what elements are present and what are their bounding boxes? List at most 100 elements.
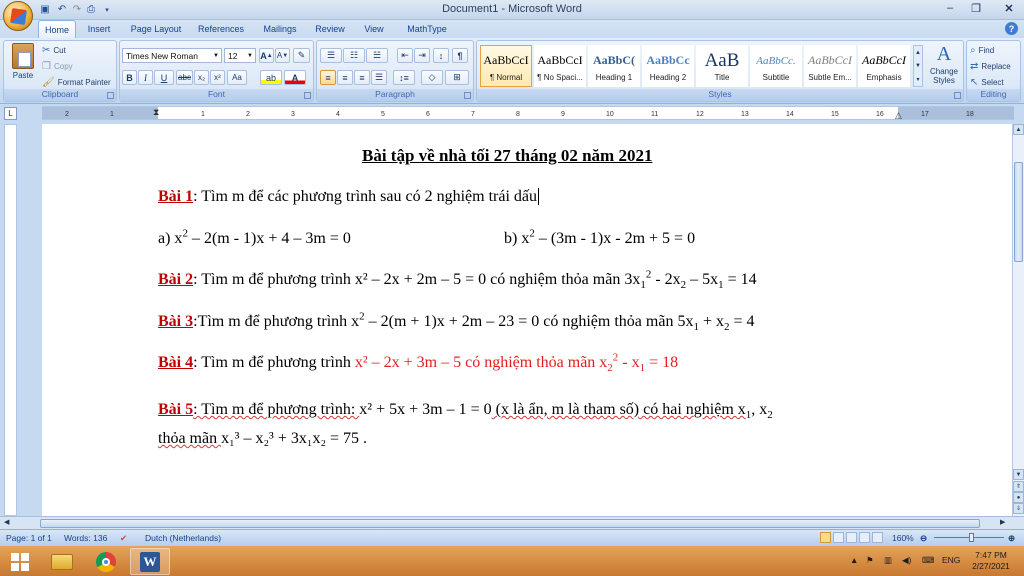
chevron-down-icon[interactable]: ▼ [915, 63, 921, 69]
right-indent-marker-icon[interactable]: △ [895, 110, 902, 119]
next-page-icon[interactable]: ⇓ [1013, 503, 1024, 514]
vertical-scrollbar[interactable]: ▲ ▼ ⇑ ● ⇓ [1012, 124, 1024, 516]
style-emphasis[interactable]: AaBbCcI Emphasis [858, 45, 910, 87]
show-hidden-icons[interactable]: ▲ [850, 555, 858, 565]
bold-icon[interactable]: B [122, 70, 137, 85]
strikethrough-icon[interactable]: abc [176, 70, 193, 85]
more-icon[interactable]: ▾ [916, 76, 919, 83]
document-page[interactable]: Bài tập về nhà tối 27 tháng 02 năm 2021 … [42, 124, 1012, 516]
zoom-level[interactable]: 160% [892, 533, 914, 543]
style-title[interactable]: AaB Title [696, 45, 748, 87]
font-launcher-icon[interactable] [304, 92, 311, 99]
borders-icon[interactable]: ⊞ [445, 70, 469, 85]
underline-icon[interactable]: U [154, 70, 174, 85]
bullets-icon[interactable]: ☰ [320, 48, 342, 63]
change-styles-button[interactable]: A Change Styles [925, 43, 963, 89]
keyboard-icon[interactable]: ⌨ [922, 555, 934, 566]
clear-formatting-icon[interactable]: ✎ [293, 48, 310, 63]
tab-insert[interactable]: Insert [80, 20, 118, 38]
decrease-indent-icon[interactable]: ⇤ [397, 48, 413, 63]
change-case-icon[interactable]: Aa [227, 70, 247, 85]
redo-icon[interactable]: ↷ [70, 3, 84, 16]
font-name-combo[interactable]: Times New Roman ▼ [122, 48, 222, 63]
style-subtle-emphasis[interactable]: AaBbCcI Subtle Em... [804, 45, 856, 87]
tab-selector[interactable]: L [4, 107, 17, 120]
horizontal-scrollbar[interactable]: ◀ ▶ [0, 516, 1024, 529]
align-center-icon[interactable]: ≡ [337, 70, 353, 85]
qat-customize-icon[interactable]: ▾ [100, 3, 114, 16]
proofing-icon[interactable]: ✔ [120, 533, 127, 544]
grow-font-icon[interactable]: A ▲ [259, 48, 274, 63]
office-button[interactable] [3, 1, 33, 31]
paragraph-launcher-icon[interactable] [464, 92, 471, 99]
minimize-button[interactable]: – [938, 0, 962, 16]
clock[interactable]: 7:47 PM 2/27/2021 [968, 550, 1014, 572]
indent-marker-icon[interactable]: ⧗ [153, 107, 159, 118]
tab-page-layout[interactable]: Page Layout [126, 20, 186, 38]
scroll-down-icon[interactable]: ▼ [1013, 469, 1024, 480]
shading-icon[interactable]: ◇ [421, 70, 443, 85]
save-icon[interactable]: ▣ [38, 3, 52, 16]
restore-button[interactable]: ❐ [964, 0, 988, 16]
flag-icon[interactable]: ⚑ [866, 555, 874, 566]
style-heading-2[interactable]: AaBbCc Heading 2 [642, 45, 694, 87]
start-button[interactable] [0, 548, 40, 575]
volume-icon[interactable]: ◀) [902, 555, 911, 566]
full-screen-reading-icon[interactable] [833, 532, 844, 543]
replace-button[interactable]: ⇄ Replace [970, 61, 1011, 72]
tab-references[interactable]: References [192, 20, 250, 38]
chevron-up-icon[interactable]: ▲ [915, 50, 921, 56]
print-preview-icon[interactable]: ⎙ [84, 3, 98, 16]
zoom-in-icon[interactable]: ⊕ [1008, 533, 1015, 544]
justify-icon[interactable]: ☰ [371, 70, 387, 85]
show-formatting-icon[interactable]: ¶ [452, 48, 468, 63]
style-heading-1[interactable]: AaBbC(Heading 1 [588, 45, 640, 87]
tab-review[interactable]: Review [310, 20, 350, 38]
word-count[interactable]: Words: 136 [64, 533, 107, 543]
subscript-icon[interactable]: x₂ [194, 70, 209, 85]
draft-icon[interactable] [872, 532, 883, 543]
outline-icon[interactable] [859, 532, 870, 543]
font-size-combo[interactable]: 12 ▼ [224, 48, 256, 63]
style-no-spacing[interactable]: AaBbCcI ¶ No Spaci... [534, 45, 586, 87]
multilevel-list-icon[interactable]: ☱ [366, 48, 388, 63]
previous-page-icon[interactable]: ⇑ [1013, 481, 1024, 492]
select-browse-object-icon[interactable]: ● [1013, 492, 1024, 503]
vertical-scroll-thumb[interactable] [1014, 162, 1023, 262]
styles-launcher-icon[interactable] [954, 92, 961, 99]
file-explorer-app[interactable] [42, 548, 82, 575]
tab-mathtype[interactable]: MathType [398, 20, 456, 38]
highlight-icon[interactable]: ab [260, 70, 282, 85]
select-button[interactable]: ↖ Select [970, 77, 1004, 88]
word-app[interactable]: W [130, 548, 170, 575]
styles-scroll[interactable]: ▲ ▼ ▾ [913, 45, 923, 87]
line-spacing-icon[interactable]: ↕≡ [393, 70, 415, 85]
chrome-app[interactable] [86, 548, 126, 575]
increase-indent-icon[interactable]: ⇥ [414, 48, 430, 63]
copy-button[interactable]: ❐ Copy [42, 61, 73, 72]
undo-icon[interactable]: ↶ [55, 3, 69, 16]
zoom-out-icon[interactable]: ⊖ [920, 533, 927, 544]
shrink-font-icon[interactable]: A ▼ [275, 48, 290, 63]
superscript-icon[interactable]: x² [210, 70, 225, 85]
scroll-right-icon[interactable]: ▶ [1000, 518, 1005, 526]
tab-home[interactable]: Home [38, 20, 76, 38]
web-layout-icon[interactable] [846, 532, 857, 543]
scroll-left-icon[interactable]: ◀ [4, 518, 9, 526]
format-painter-button[interactable]: 🖌 Format Painter [42, 77, 111, 88]
page-count[interactable]: Page: 1 of 1 [6, 533, 52, 543]
horizontal-scroll-thumb[interactable] [40, 519, 980, 528]
italic-icon[interactable]: I [138, 70, 153, 85]
scroll-up-icon[interactable]: ▲ [1013, 124, 1024, 135]
clipboard-launcher-icon[interactable] [107, 92, 114, 99]
font-color-icon[interactable]: A [284, 70, 306, 85]
print-layout-icon[interactable] [820, 532, 831, 543]
tab-view[interactable]: View [356, 20, 392, 38]
numbering-icon[interactable]: ☷ [343, 48, 365, 63]
zoom-slider-thumb[interactable] [969, 533, 974, 542]
find-button[interactable]: ⌕ Find [970, 45, 994, 56]
sort-icon[interactable]: ↕ [433, 48, 449, 63]
align-left-icon[interactable]: ≡ [320, 70, 336, 85]
style-subtitle[interactable]: AaBbCc. Subtitle [750, 45, 802, 87]
tab-mailings[interactable]: Mailings [256, 20, 304, 38]
